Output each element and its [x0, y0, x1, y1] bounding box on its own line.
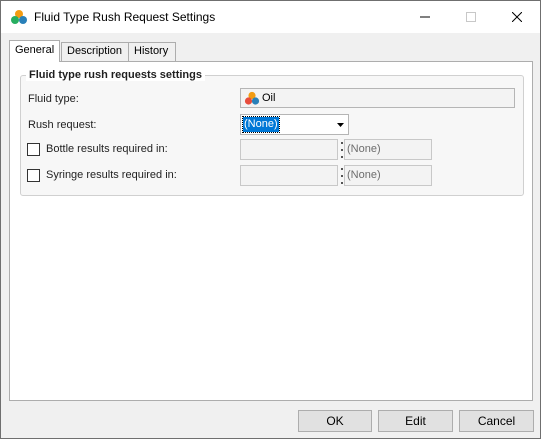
minimize-button[interactable] [402, 1, 448, 33]
fluid-type-icon [10, 9, 28, 25]
bottle-results-unit-field[interactable]: (None) [344, 139, 432, 160]
rush-request-value: (None) [242, 116, 280, 133]
tab-history[interactable]: History [128, 42, 176, 61]
fluid-type-field: Oil [240, 88, 515, 108]
fluid-type-icon [244, 91, 260, 106]
bottle-results-checkbox[interactable] [27, 143, 40, 156]
syringe-splitter-handle [340, 165, 343, 186]
title-bar[interactable]: Fluid Type Rush Request Settings [1, 1, 540, 33]
maximize-icon [466, 12, 476, 22]
cancel-button[interactable]: Cancel [459, 410, 534, 432]
fluid-type-value: Oil [262, 92, 276, 104]
chevron-down-icon[interactable] [333, 115, 348, 134]
syringe-results-checkbox[interactable] [27, 169, 40, 182]
close-button[interactable] [494, 1, 540, 33]
minimize-icon [420, 16, 430, 18]
bottle-results-label: Bottle results required in: [46, 143, 168, 155]
rush-request-label: Rush request: [28, 119, 97, 131]
close-icon [512, 12, 522, 22]
bottle-results-amount-input[interactable] [240, 139, 338, 160]
ok-button[interactable]: OK [298, 410, 372, 432]
window-title: Fluid Type Rush Request Settings [34, 10, 216, 24]
group-title: Fluid type rush requests settings [26, 69, 205, 81]
general-tab-page: Fluid type rush requests settings Fluid … [9, 61, 533, 401]
fluid-type-label: Fluid type: [28, 93, 79, 105]
tab-general[interactable]: General [9, 40, 60, 62]
syringe-results-amount-input[interactable] [240, 165, 338, 186]
button-bar: OK Edit Cancel [1, 401, 540, 438]
syringe-results-unit-field[interactable]: (None) [344, 165, 432, 186]
syringe-results-label: Syringe results required in: [46, 169, 177, 181]
bottle-splitter-handle [340, 139, 343, 160]
maximize-button[interactable] [448, 1, 494, 33]
rush-request-dropdown[interactable]: (None) [240, 114, 349, 135]
dialog-window: Fluid Type Rush Request Settings General… [0, 0, 541, 439]
tab-description[interactable]: Description [61, 42, 129, 61]
edit-button[interactable]: Edit [378, 410, 453, 432]
rush-settings-group: Fluid type rush requests settings Fluid … [20, 69, 524, 196]
